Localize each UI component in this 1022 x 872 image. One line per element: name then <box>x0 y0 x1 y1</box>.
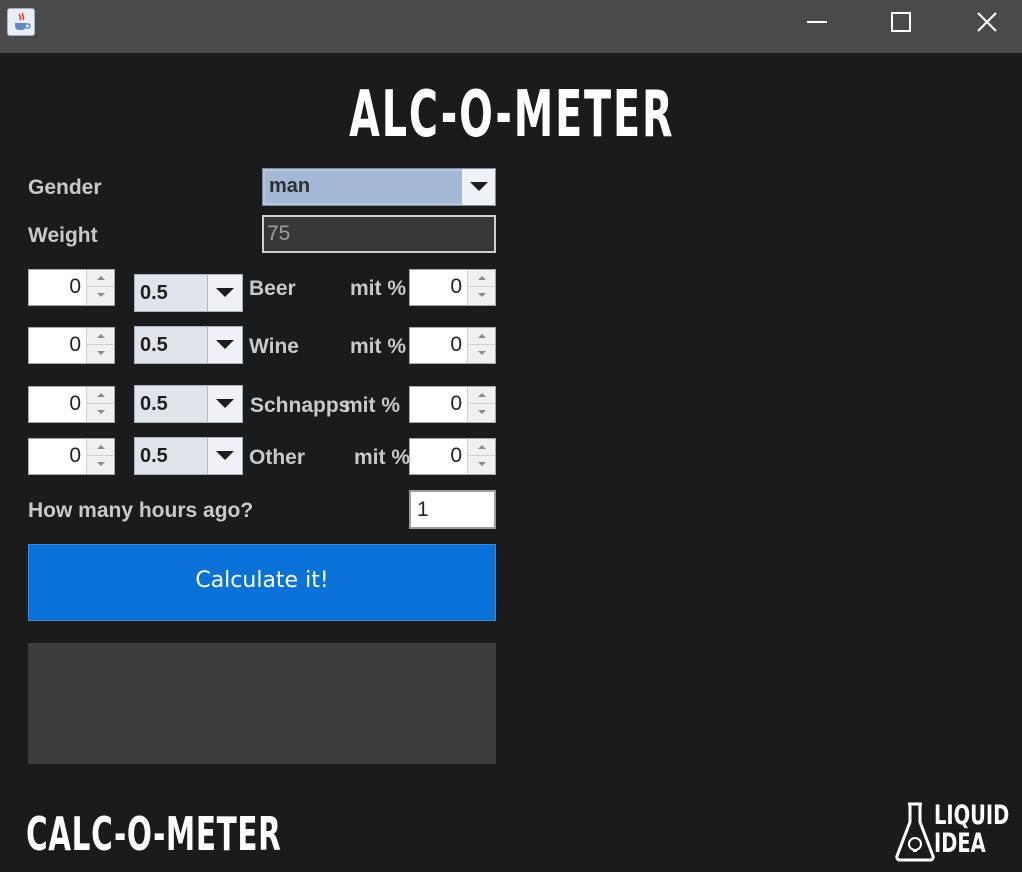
page-title: ALC-O-METER <box>349 78 675 152</box>
other-size-select[interactable]: 0.5 <box>134 437 243 475</box>
spinner-down-icon[interactable] <box>468 287 495 305</box>
spinner-up-icon[interactable] <box>468 387 495 404</box>
gender-select[interactable]: man <box>262 168 496 206</box>
gender-label: Gender <box>28 176 102 199</box>
maximize-icon[interactable] <box>872 0 930 44</box>
wine-pct-stepper[interactable]: 0 <box>409 327 496 364</box>
spinner-up-icon[interactable] <box>87 270 114 287</box>
beer-pct-label: mit % <box>350 277 407 300</box>
schnapps-pct-value: 0 <box>450 392 462 415</box>
gender-value: man <box>265 171 461 203</box>
minimize-icon[interactable] <box>788 0 846 44</box>
chevron-down-icon[interactable] <box>207 275 242 311</box>
beer-count-value: 0 <box>69 275 81 298</box>
chevron-down-icon[interactable] <box>461 169 495 205</box>
schnapps-label: Schnapps <box>250 394 351 417</box>
beer-size-select[interactable]: 0.5 <box>134 274 243 312</box>
spinner-up-icon[interactable] <box>87 439 114 456</box>
schnapps-pct-label: mit % <box>344 394 401 417</box>
spinner-up-icon[interactable] <box>87 328 114 345</box>
weight-label: Weight <box>28 224 98 247</box>
logo-line-1: LIQUID <box>934 800 1010 831</box>
chevron-down-icon[interactable] <box>207 386 242 422</box>
beer-pct-stepper[interactable]: 0 <box>409 269 496 306</box>
title-bar <box>0 0 1022 53</box>
other-count-value: 0 <box>69 444 81 467</box>
other-pct-value: 0 <box>450 444 462 467</box>
chevron-down-icon[interactable] <box>207 327 242 363</box>
footer-brand: CALC-O-METER <box>26 807 282 861</box>
wine-count-stepper[interactable]: 0 <box>28 327 115 364</box>
spinner-down-icon[interactable] <box>87 287 114 305</box>
schnapps-pct-stepper[interactable]: 0 <box>409 386 496 423</box>
spinner-down-icon[interactable] <box>468 456 495 474</box>
spinner-down-icon[interactable] <box>87 345 114 363</box>
spinner-up-icon[interactable] <box>468 270 495 287</box>
spinner-down-icon[interactable] <box>87 456 114 474</box>
spinner-up-icon[interactable] <box>468 439 495 456</box>
schnapps-size-select[interactable]: 0.5 <box>134 385 243 423</box>
logo-line-2: IDEA <box>934 828 986 859</box>
result-area <box>28 643 496 764</box>
wine-label: Wine <box>249 335 299 358</box>
other-label: Other <box>249 446 306 469</box>
weight-field[interactable]: 75 <box>262 215 496 253</box>
wine-size-select[interactable]: 0.5 <box>134 326 243 364</box>
wine-pct-value: 0 <box>450 333 462 356</box>
spinner-down-icon[interactable] <box>468 345 495 363</box>
close-icon[interactable] <box>958 0 1016 44</box>
spinner-down-icon[interactable] <box>87 404 114 422</box>
calculate-button[interactable]: Calculate it! <box>28 544 496 621</box>
spinner-up-icon[interactable] <box>468 328 495 345</box>
chevron-down-icon[interactable] <box>207 438 242 474</box>
wine-pct-label: mit % <box>350 335 407 358</box>
beer-size-value: 0.5 <box>138 278 208 308</box>
beer-pct-value: 0 <box>450 275 462 298</box>
hours-label: How many hours ago? <box>28 499 254 522</box>
schnapps-count-value: 0 <box>69 392 81 415</box>
other-size-value: 0.5 <box>138 441 208 471</box>
spinner-up-icon[interactable] <box>87 387 114 404</box>
hours-field[interactable]: 1 <box>409 490 496 529</box>
liquid-idea-logo: LIQUID IDEA <box>894 800 1009 864</box>
spinner-down-icon[interactable] <box>468 404 495 422</box>
wine-size-value: 0.5 <box>138 330 208 360</box>
schnapps-count-stepper[interactable]: 0 <box>28 386 115 423</box>
beer-count-stepper[interactable]: 0 <box>28 269 115 306</box>
schnapps-size-value: 0.5 <box>138 389 208 419</box>
java-cup-icon[interactable] <box>7 8 35 36</box>
beer-label: Beer <box>249 277 296 300</box>
other-pct-label: mit % <box>354 446 411 469</box>
other-count-stepper[interactable]: 0 <box>28 438 115 475</box>
wine-count-value: 0 <box>69 333 81 356</box>
other-pct-stepper[interactable]: 0 <box>409 438 496 475</box>
